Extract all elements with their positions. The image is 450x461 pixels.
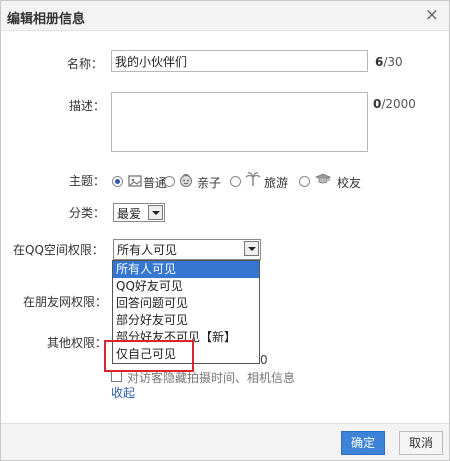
- qq-permission-select[interactable]: 所有人可见: [113, 239, 261, 260]
- dialog-titlebar: 编辑相册信息 ×: [1, 1, 449, 31]
- chevron-down-icon: [148, 205, 163, 220]
- theme-alumni-label: 校友: [337, 176, 362, 190]
- confirm-button[interactable]: 确定: [341, 431, 385, 455]
- qq-permission-label: 在QQ空间权限：: [13, 243, 104, 257]
- category-select[interactable]: 最爱: [113, 203, 165, 222]
- name-max: /30: [383, 55, 403, 69]
- hide-exif-checkbox[interactable]: [111, 371, 122, 382]
- chevron-down-icon: [244, 241, 259, 256]
- dropdown-option-some-friends[interactable]: 部分好友可见: [113, 312, 259, 329]
- pengyou-permission-label: 在朋友网权限：: [23, 295, 108, 309]
- name-label: 名称：: [67, 57, 104, 71]
- theme-radio-normal[interactable]: [112, 176, 123, 187]
- desc-max: /2000: [381, 97, 416, 111]
- palm-tree-icon: [245, 172, 261, 186]
- dropdown-option-answer-question[interactable]: 回答问题可见: [113, 295, 259, 312]
- category-value: 最爱: [117, 207, 142, 221]
- close-icon[interactable]: ×: [425, 5, 439, 25]
- description-label: 描述：: [69, 99, 106, 113]
- collapse-link[interactable]: 收起: [111, 384, 135, 401]
- edit-album-dialog: 编辑相册信息 × 名称： 我的小伙伴们 6/30 描述： 0/2000 主题： …: [0, 0, 450, 461]
- cancel-button[interactable]: 取消: [399, 431, 443, 455]
- qq-permission-value: 所有人可见: [117, 243, 178, 257]
- album-icon: [128, 175, 142, 187]
- other-permission-label: 其他权限：: [47, 336, 108, 350]
- dropdown-option-everyone[interactable]: 所有人可见: [113, 261, 259, 278]
- dialog-footer: 确定 取消: [1, 423, 449, 460]
- dropdown-option-qq-friends[interactable]: QQ好友可见: [113, 278, 259, 295]
- album-name-input[interactable]: 我的小伙伴们: [111, 50, 368, 72]
- name-char-counter: 6/30: [375, 55, 403, 69]
- desc-char-counter: 0/2000: [373, 97, 416, 111]
- theme-family-label: 亲子: [197, 176, 222, 190]
- category-label: 分类：: [69, 206, 106, 220]
- graduation-cap-icon: [315, 173, 331, 184]
- highlight-annotation-box: [104, 340, 194, 372]
- album-description-input[interactable]: [111, 92, 368, 152]
- partial-hidden-text: 0: [260, 353, 268, 367]
- theme-radio-family[interactable]: [164, 176, 175, 187]
- child-face-icon: [180, 173, 192, 187]
- theme-label: 主题：: [69, 174, 106, 188]
- theme-travel-label: 旅游: [264, 176, 289, 190]
- theme-radio-travel[interactable]: [230, 176, 241, 187]
- dialog-title: 编辑相册信息: [7, 12, 86, 27]
- theme-radio-alumni[interactable]: [299, 176, 310, 187]
